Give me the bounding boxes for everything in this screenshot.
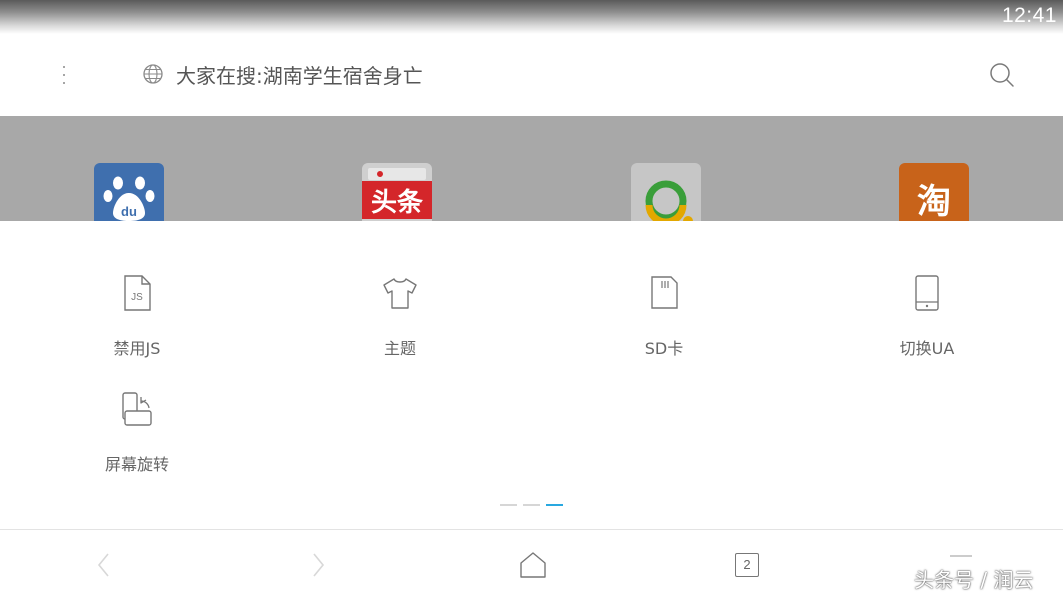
sd-card-label: SD卡 xyxy=(644,339,684,358)
status-time: 12:41 xyxy=(1001,4,1057,27)
switch-ua-button[interactable]: 切换UA xyxy=(857,273,997,359)
tools-sheet: JS 禁用JS 主题 SD卡 切换UA 屏幕旋转 xyxy=(0,221,1063,529)
tabs-button[interactable]: 2 xyxy=(735,553,759,577)
toutiao-tile-text: 头条 xyxy=(371,188,424,218)
search-hint[interactable]: 大家在搜:湖南学生宿舍身亡 xyxy=(176,60,423,89)
rotate-screen-label: 屏幕旋转 xyxy=(104,455,169,474)
speed-dial-overlay: du 头条 淘 xyxy=(0,116,1063,221)
baidu-paw-icon: du xyxy=(103,176,155,221)
qq-browser-logo-icon xyxy=(645,180,693,221)
forward-arrow-icon[interactable] xyxy=(308,550,328,580)
status-bar: 12:41 xyxy=(0,0,1063,34)
bottom-navbar: 2 头条号 / 润云 xyxy=(0,529,1063,596)
home-icon[interactable] xyxy=(518,550,548,580)
taobao-tile[interactable]: 淘 xyxy=(899,163,969,221)
page-dot-3-active[interactable] xyxy=(546,504,563,506)
rotate-screen-button[interactable]: 屏幕旋转 xyxy=(67,389,207,475)
watermark: 头条号 / 润云 xyxy=(914,568,1034,592)
back-arrow-icon[interactable] xyxy=(94,550,114,580)
disable-js-label: 禁用JS xyxy=(113,339,161,358)
theme-label: 主题 xyxy=(383,339,416,358)
tshirt-icon xyxy=(383,278,417,309)
sd-card-button[interactable]: SD卡 xyxy=(594,273,734,359)
page-dot-2[interactable] xyxy=(523,504,540,506)
toutiao-tile[interactable]: 头条 xyxy=(362,163,432,221)
browser-toolbar: 大家在搜:湖南学生宿舍身亡 xyxy=(0,34,1063,116)
rotate-screen-icon xyxy=(122,392,152,426)
search-icon[interactable] xyxy=(988,61,1016,89)
phone-icon xyxy=(915,275,939,311)
baidu-tile[interactable]: du xyxy=(94,163,164,221)
page-dot-1[interactable] xyxy=(500,504,517,506)
overflow-menu-icon[interactable] xyxy=(54,60,74,90)
disable-js-button[interactable]: JS 禁用JS xyxy=(67,273,207,359)
page-indicator xyxy=(500,504,566,508)
toutiao-logo-icon: 头条 xyxy=(362,168,432,219)
svg-text:JS: JS xyxy=(131,292,143,303)
baidu-tile-text: du xyxy=(121,204,137,219)
theme-button[interactable]: 主题 xyxy=(330,273,470,359)
taobao-tile-text: 淘 xyxy=(917,182,951,221)
qq-browser-tile[interactable] xyxy=(631,163,701,221)
js-file-icon: JS xyxy=(124,275,151,311)
switch-ua-label: 切换UA xyxy=(899,339,955,358)
taobao-logo-icon: 淘 xyxy=(917,182,951,221)
sd-card-icon xyxy=(651,276,678,309)
globe-icon xyxy=(143,64,163,84)
